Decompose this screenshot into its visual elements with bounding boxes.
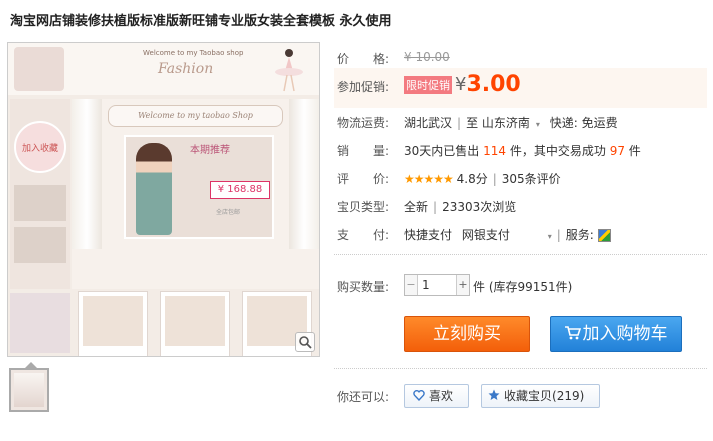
sales-suffix: 件 [628, 144, 641, 158]
rating-info: ★★★★★ 4.8分 | 305条评价 [404, 172, 561, 186]
chevron-down-icon[interactable]: ▾ [548, 232, 552, 241]
original-price: ¥ 10.00 [404, 50, 450, 64]
cart-icon [564, 326, 581, 340]
image-bottom-left-photo [10, 293, 70, 353]
thumbnail-image [14, 373, 44, 407]
image-banner-text: Welcome to my Taobao shop [143, 49, 244, 57]
shipping-label: 物流运费: [337, 116, 390, 130]
share-label: 你还可以: [337, 390, 390, 404]
grid-item [160, 291, 230, 356]
heart-icon [413, 389, 425, 402]
image-hero: Welcome to my taobao Shop 本期推荐 ¥ 168.88 … [72, 99, 319, 289]
feature-frame: 本期推荐 ¥ 168.88 全店包邮 [124, 135, 274, 239]
promo-price-group: 限时促销 ¥3.00 [404, 72, 521, 97]
product-title: 淘宝网店铺装修扶植版标准版新旺铺专业版女装全套模板 永久使用 [10, 14, 392, 29]
image-product-grid [72, 291, 319, 356]
review-count-link[interactable]: 305条评价 [502, 172, 561, 186]
image-left-column: 加入收藏 [10, 99, 70, 289]
like-button[interactable]: 喜欢 [404, 384, 469, 408]
promo-price: 3.00 [466, 72, 521, 97]
image-left-row [14, 227, 66, 263]
item-condition: 全新 [404, 200, 429, 214]
add-to-cart-button[interactable]: 加入购物车 [550, 316, 682, 352]
promo-label: 参加促销: [337, 80, 390, 94]
curtain-right [289, 99, 319, 249]
welcome-banner: Welcome to my taobao Shop [108, 105, 283, 127]
type-info: 全新 | 23303次浏览 [404, 200, 517, 214]
image-left-row [14, 185, 66, 221]
price-label: 价 格: [337, 52, 390, 66]
shipping-fee: 快递: 免运费 [549, 116, 618, 130]
favorite-item-button[interactable]: 收藏宝贝(219) [481, 384, 600, 408]
payment-info: 快捷支付 网银支付 ▾ | 服务: [404, 226, 611, 243]
zoom-button[interactable] [295, 332, 315, 352]
rating-score: 4.8分 [456, 172, 488, 186]
thumbnail-1[interactable] [9, 368, 49, 412]
star-icon [488, 389, 500, 400]
service-label: 服务: [565, 228, 594, 242]
feature-tag: 本期推荐 [190, 145, 230, 156]
shipping-info: 湖北武汉 | 至 山东济南 ▾ 快递: 免运费 [404, 116, 618, 130]
add-to-cart-label: 加入购物车 [582, 324, 668, 344]
favorite-label: 收藏宝贝 [504, 389, 553, 403]
pay-quick: 快捷支付 [404, 228, 453, 242]
increment-button[interactable]: + [456, 275, 469, 295]
promo-tag: 限时促销 [404, 75, 452, 94]
magnifier-icon [299, 336, 312, 349]
divider [334, 368, 707, 369]
sales-label: 销 量: [337, 144, 390, 158]
sales-count: 114 [483, 144, 507, 158]
model-photo [136, 143, 172, 235]
sales-prefix: 30天内已售出 [404, 144, 480, 158]
divider [334, 254, 707, 255]
view-count: 23303次浏览 [442, 200, 517, 214]
shipping-destination[interactable]: 山东济南 [482, 116, 530, 130]
rating-label: 评 价: [337, 172, 390, 186]
feature-note: 全店包邮 [216, 209, 241, 216]
ballerina-figure [275, 49, 303, 92]
feature-price: ¥ 168.88 [210, 181, 270, 199]
like-label: 喜欢 [429, 389, 454, 403]
image-banner-script: Fashion [158, 61, 214, 77]
service-icon[interactable] [597, 229, 611, 242]
shipping-to-prefix: 至 [466, 116, 479, 130]
pay-bank: 网银支付 [461, 228, 510, 242]
quantity-input[interactable]: 1 [419, 275, 457, 295]
chevron-down-icon[interactable]: ▾ [536, 120, 540, 129]
shipping-from: 湖北武汉 [404, 116, 453, 130]
stock-info: 件 (库存99151件) [473, 280, 573, 294]
type-label: 宝贝类型: [337, 200, 390, 214]
shop-logo-image [14, 47, 64, 91]
decrement-button[interactable]: − [405, 275, 418, 295]
sales-success-count: 97 [609, 144, 625, 158]
sales-info: 30天内已售出 114 件，其中交易成功 97 件 [404, 142, 641, 159]
curtain-left [72, 99, 102, 249]
main-product-image[interactable]: Welcome to my Taobao shop Fashion 加入收藏 W… [7, 42, 320, 357]
quantity-stepper: − 1 + [404, 274, 470, 296]
currency-symbol: ¥ [455, 74, 467, 95]
favorite-count: (219) [552, 389, 585, 403]
payment-label: 支 付: [337, 228, 390, 242]
star-rating-icon: ★★★★★ [404, 172, 454, 186]
buy-now-button[interactable]: 立刻购买 [404, 316, 530, 352]
grid-item [78, 291, 148, 356]
sales-mid: 件，其中交易成功 [509, 144, 606, 158]
favorite-badge: 加入收藏 [14, 121, 66, 173]
quantity-label: 购买数量: [337, 280, 390, 294]
image-header: Welcome to my Taobao shop Fashion [8, 43, 319, 95]
